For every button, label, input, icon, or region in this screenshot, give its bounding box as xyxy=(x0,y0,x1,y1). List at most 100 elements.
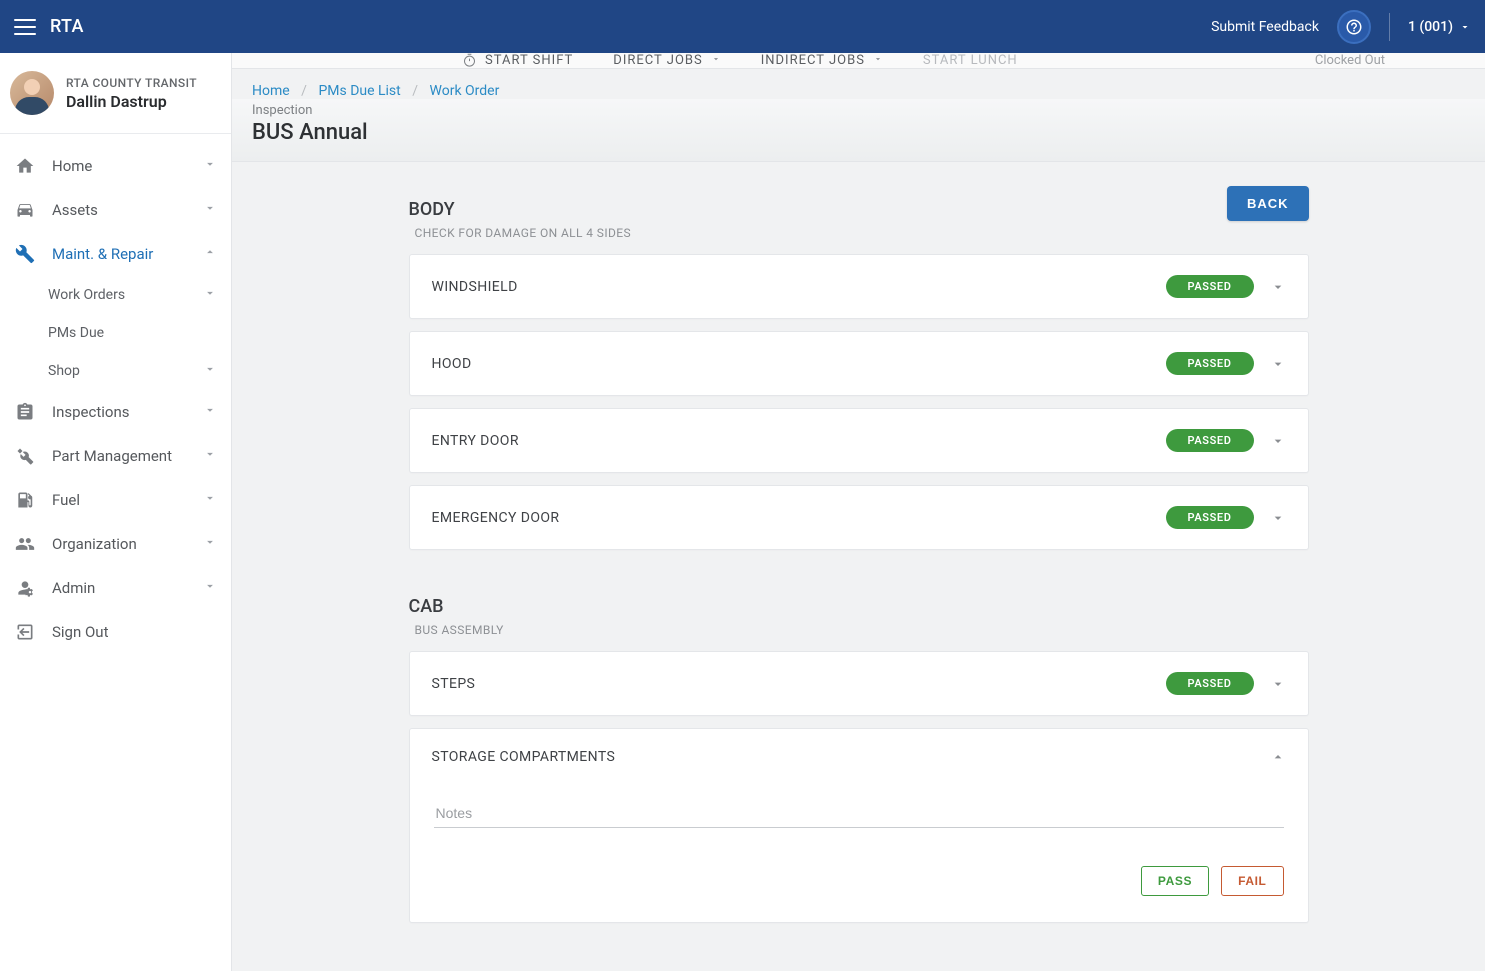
sidebar-item-sign-out[interactable]: Sign Out xyxy=(0,610,231,654)
chevron-down-icon xyxy=(1270,676,1286,692)
check-label: ENTRY DOOR xyxy=(432,433,519,449)
status-badge: PASSED xyxy=(1166,429,1254,452)
breadcrumb-work-order[interactable]: Work Order xyxy=(430,83,500,99)
clock-status: Clocked Out xyxy=(1315,53,1385,68)
chevron-down-icon xyxy=(1270,510,1286,526)
chevron-down-icon xyxy=(203,403,217,421)
back-button[interactable]: BACK xyxy=(1227,186,1309,221)
chevron-down-icon xyxy=(1270,433,1286,449)
divider xyxy=(1389,13,1390,41)
check-label: STORAGE COMPARTMENTS xyxy=(432,749,616,765)
sidebar-item-assets[interactable]: Assets xyxy=(0,188,231,232)
sidebar-item-maint-repair[interactable]: Maint. & Repair xyxy=(0,232,231,276)
content: START SHIFT DIRECT JOBS INDIRECT JOBS ST… xyxy=(232,53,1485,971)
check-label: EMERGENCY DOOR xyxy=(432,510,560,526)
sidebar-item-inspections[interactable]: Inspections xyxy=(0,390,231,434)
check-item-hood[interactable]: HOOD PASSED xyxy=(409,331,1309,396)
sidebar-item-shop[interactable]: Shop xyxy=(48,352,231,390)
chevron-down-icon xyxy=(711,53,721,68)
action-label: START LUNCH xyxy=(923,53,1018,68)
nav: Home Assets Maint. & Repair Work Orders xyxy=(0,134,231,674)
chevron-down-icon xyxy=(203,535,217,553)
people-icon xyxy=(14,533,36,555)
check-item-entry-door[interactable]: ENTRY DOOR PASSED xyxy=(409,408,1309,473)
check-label: HOOD xyxy=(432,356,472,372)
top-bar-left: RTA xyxy=(14,16,84,37)
chevron-down-icon xyxy=(873,53,883,68)
sidebar-sub-maint-repair: Work Orders PMs Due Shop xyxy=(0,276,231,390)
sidebar-item-label: Admin xyxy=(52,579,95,597)
sidebar-item-work-orders[interactable]: Work Orders xyxy=(48,276,231,314)
sidebar-item-label: Assets xyxy=(52,201,98,219)
chevron-down-icon xyxy=(203,447,217,465)
check-label: WINDSHIELD xyxy=(432,279,518,295)
sidebar-item-admin[interactable]: Admin xyxy=(0,566,231,610)
sidebar-item-label: Inspections xyxy=(52,403,129,421)
notes-input[interactable] xyxy=(434,795,1284,828)
sidebar-item-label: Part Management xyxy=(52,447,172,465)
page-title: BUS Annual xyxy=(252,120,1465,145)
fail-button[interactable]: FAIL xyxy=(1221,866,1283,896)
breadcrumb-pms-due[interactable]: PMs Due List xyxy=(318,83,400,99)
sidebar-item-part-management[interactable]: Part Management xyxy=(0,434,231,478)
check-item-windshield[interactable]: WINDSHIELD PASSED xyxy=(409,254,1309,319)
check-item-emergency-door[interactable]: EMERGENCY DOOR PASSED xyxy=(409,485,1309,550)
user-org: RTA COUNTY TRANSIT xyxy=(66,76,197,90)
pass-button[interactable]: PASS xyxy=(1141,866,1209,896)
page-eyebrow: Inspection xyxy=(252,103,1465,118)
section-subtitle: BUS ASSEMBLY xyxy=(415,623,1309,637)
action-label: DIRECT JOBS xyxy=(613,53,702,68)
submit-feedback-link[interactable]: Submit Feedback xyxy=(1211,19,1319,35)
action-label: INDIRECT JOBS xyxy=(761,53,865,68)
chevron-down-icon xyxy=(1270,356,1286,372)
breadcrumb: Home / PMs Due List / Work Order xyxy=(232,69,1485,99)
chevron-down-icon xyxy=(203,362,217,380)
page-header: Inspection BUS Annual xyxy=(232,99,1485,162)
user-name: Dallin Dastrup xyxy=(66,92,197,111)
chevron-down-icon xyxy=(203,286,217,304)
sidebar-item-label: Shop xyxy=(48,363,80,379)
sidebar: RTA COUNTY TRANSIT Dallin Dastrup Home A… xyxy=(0,53,232,971)
sidebar-item-label: Organization xyxy=(52,535,137,553)
status-badge: PASSED xyxy=(1166,275,1254,298)
chevron-down-icon xyxy=(1459,21,1471,33)
chevron-down-icon xyxy=(203,201,217,219)
check-item-expanded: PASS FAIL xyxy=(410,785,1308,922)
check-item-steps[interactable]: STEPS PASSED xyxy=(409,651,1309,716)
sidebar-item-home[interactable]: Home xyxy=(0,144,231,188)
direct-jobs-button[interactable]: DIRECT JOBS xyxy=(613,53,720,68)
timer-icon xyxy=(462,53,477,68)
region-selector[interactable]: 1 (001) xyxy=(1408,19,1471,35)
help-icon[interactable] xyxy=(1337,10,1371,44)
user-block: RTA COUNTY TRANSIT Dallin Dastrup xyxy=(0,53,231,134)
status-badge: PASSED xyxy=(1166,352,1254,375)
action-label: START SHIFT xyxy=(485,53,573,68)
sidebar-item-label: PMs Due xyxy=(48,325,104,341)
top-bar-right: Submit Feedback 1 (001) xyxy=(1211,10,1471,44)
check-item-storage-compartments[interactable]: STORAGE COMPARTMENTS PASS FAIL xyxy=(409,728,1309,923)
menu-icon[interactable] xyxy=(14,19,36,35)
sidebar-item-pms-due[interactable]: PMs Due xyxy=(48,314,231,352)
chevron-down-icon xyxy=(1270,279,1286,295)
sidebar-item-fuel[interactable]: Fuel xyxy=(0,478,231,522)
app-title: RTA xyxy=(50,16,84,37)
chevron-down-icon xyxy=(203,491,217,509)
avatar xyxy=(10,71,54,115)
sidebar-item-label: Work Orders xyxy=(48,287,125,303)
region-label: 1 (001) xyxy=(1408,19,1453,35)
wrench-icon xyxy=(14,243,36,265)
signout-icon xyxy=(14,621,36,643)
car-icon xyxy=(14,199,36,221)
section-title: CAB xyxy=(409,596,1309,617)
start-lunch-button[interactable]: START LUNCH xyxy=(923,53,1018,68)
top-bar: RTA Submit Feedback 1 (001) xyxy=(0,0,1485,53)
chevron-up-icon xyxy=(1270,749,1286,765)
indirect-jobs-button[interactable]: INDIRECT JOBS xyxy=(761,53,883,68)
inspection-panel: BACK BODY CHECK FOR DAMAGE ON ALL 4 SIDE… xyxy=(369,162,1349,971)
check-label: STEPS xyxy=(432,676,476,692)
breadcrumb-home[interactable]: Home xyxy=(252,83,290,99)
sidebar-item-label: Maint. & Repair xyxy=(52,245,153,263)
sidebar-item-organization[interactable]: Organization xyxy=(0,522,231,566)
start-shift-button[interactable]: START SHIFT xyxy=(462,53,573,68)
clipboard-icon xyxy=(14,401,36,423)
